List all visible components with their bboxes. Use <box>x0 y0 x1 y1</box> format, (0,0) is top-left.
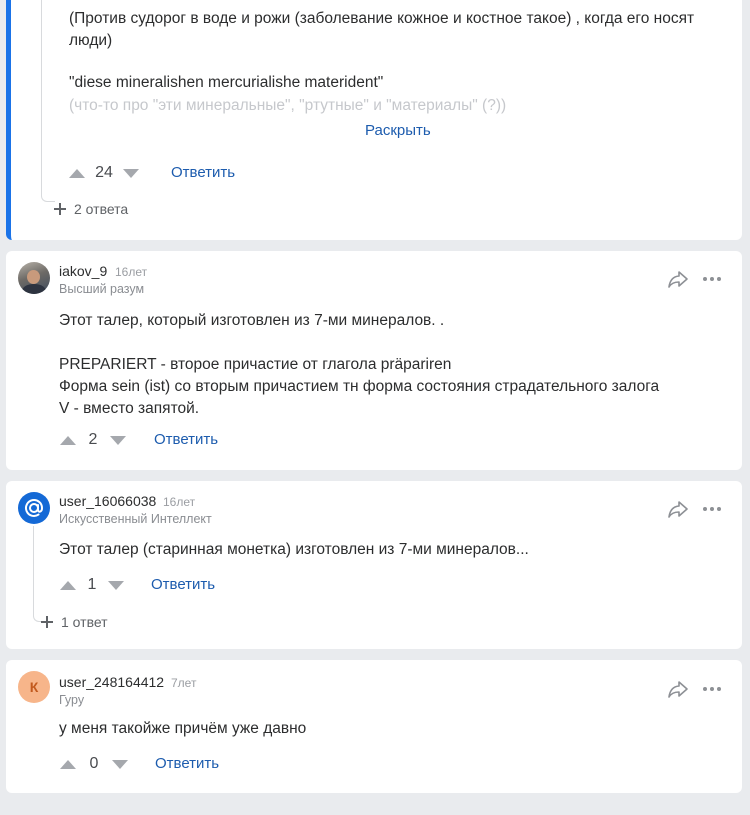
username[interactable]: user_248164412 <box>59 674 164 690</box>
vote-widget: 2 <box>60 428 126 452</box>
downvote-icon[interactable] <box>110 435 126 445</box>
vote-widget: 24 <box>69 161 139 185</box>
expand-replies-icon <box>40 615 54 629</box>
vote-count: 1 <box>87 576 97 593</box>
user-age: 16лет <box>163 495 196 509</box>
share-icon[interactable] <box>667 678 689 700</box>
user-rank: Искусственный Интеллект <box>59 512 212 526</box>
upvote-icon[interactable] <box>60 580 76 590</box>
show-replies-button[interactable]: 2 ответа <box>53 201 128 217</box>
comment-card-3: user_16066038 16лет Искусственный Интелл… <box>6 481 742 649</box>
avatar[interactable]: К <box>18 671 50 703</box>
comment-quote: "diese mineralishen mercurialishe materi… <box>69 74 384 91</box>
comment-text-line-2: люди) <box>69 32 113 49</box>
reply-button[interactable]: Ответить <box>154 431 218 448</box>
reply-button[interactable]: Ответить <box>171 164 235 181</box>
share-icon[interactable] <box>667 268 689 290</box>
avatar[interactable] <box>18 262 50 294</box>
upvote-icon[interactable] <box>60 759 76 769</box>
replies-count-label: 2 ответа <box>74 201 129 217</box>
thread-line <box>33 526 45 622</box>
comment-card-4: К user_248164412 7лет Гуру у меня такойж… <box>6 660 742 793</box>
replies-count-label: 1 ответ <box>61 614 108 630</box>
user-rank: Гуру <box>59 693 85 707</box>
downvote-icon[interactable] <box>123 168 139 178</box>
username[interactable]: iakov_9 <box>59 263 107 279</box>
user-age: 16лет <box>115 265 148 279</box>
reply-button[interactable]: Ответить <box>151 576 215 593</box>
user-rank: Высший разум <box>59 282 145 296</box>
avatar[interactable] <box>18 492 50 524</box>
vote-widget: 1 <box>60 573 124 597</box>
vote-widget: 0 <box>60 752 128 776</box>
upvote-icon[interactable] <box>69 168 85 178</box>
comment-card-2: iakov_9 16лет Высший разум Этот талер, к… <box>6 251 742 470</box>
vote-count: 0 <box>89 755 99 772</box>
comment-text: у меня такойже причём уже давно <box>59 720 307 737</box>
username[interactable]: user_16066038 <box>59 493 156 509</box>
comment-faded-text: (что-то про "эти минеральные", "ртутные"… <box>69 97 507 114</box>
comment-text: Этот талер (старинная монетка) изготовле… <box>59 541 529 558</box>
user-age: 7лет <box>171 676 197 690</box>
expand-button[interactable]: Раскрыть <box>365 122 431 139</box>
share-icon[interactable] <box>667 498 689 520</box>
comment-card-1: (Против судорог в воде и рожи (заболеван… <box>6 0 742 240</box>
reply-button[interactable]: Ответить <box>155 755 219 772</box>
vote-count: 2 <box>88 431 98 448</box>
comment-text-line-1: (Против судорог в воде и рожи (заболеван… <box>69 10 695 27</box>
show-replies-button[interactable]: 1 ответ <box>40 614 108 630</box>
downvote-icon[interactable] <box>108 580 124 590</box>
expand-replies-icon <box>53 202 67 216</box>
comment-text: Этот талер, который изготовлен из 7-ми м… <box>59 312 660 417</box>
downvote-icon[interactable] <box>112 759 128 769</box>
upvote-icon[interactable] <box>60 435 76 445</box>
mail-icon <box>25 499 44 517</box>
more-icon[interactable] <box>701 268 723 290</box>
thread-line <box>41 0 55 202</box>
more-icon[interactable] <box>701 678 723 700</box>
more-icon[interactable] <box>701 498 723 520</box>
vote-count: 24 <box>95 164 113 181</box>
